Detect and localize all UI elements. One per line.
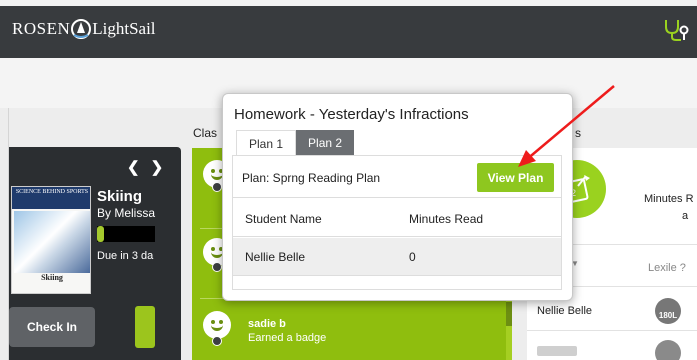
view-plan-button[interactable]: View Plan xyxy=(477,163,554,192)
table-row[interactable]: Nellie Belle 0 xyxy=(233,238,561,276)
top-strip xyxy=(0,0,697,6)
rosen-lightsail-logo-icon xyxy=(71,19,92,39)
read-button[interactable] xyxy=(135,306,155,348)
table-header-row: Student Name Minutes Read xyxy=(233,199,561,237)
goals-label: s xyxy=(575,126,581,140)
cover-series-label: SCIENCE BEHIND SPORTS xyxy=(12,187,90,209)
check-in-button[interactable]: Check In xyxy=(9,307,95,347)
goals-student-name[interactable]: Nellie Belle xyxy=(537,305,592,317)
reading-progress-fill xyxy=(97,226,104,242)
due-date: Due in 3 da xyxy=(97,250,154,262)
activity-dot xyxy=(212,182,222,192)
student-name-cell: Nellie Belle xyxy=(245,250,306,264)
activity-scroll-thumb[interactable] xyxy=(506,302,512,326)
smiley-mouth xyxy=(211,325,223,331)
chevron-right-icon[interactable]: ❯ xyxy=(151,159,175,176)
activity-dot xyxy=(212,336,222,346)
activity-student-name[interactable]: sadie b xyxy=(248,318,286,330)
modal-title: Homework - Yesterday's Infractions xyxy=(234,106,469,123)
goals-minutes-label: Minutes R xyxy=(644,193,694,205)
chevron-left-icon[interactable]: ❮ xyxy=(127,159,151,176)
plan-panel: Plan: Sprng Reading Plan View Plan Stude… xyxy=(232,155,562,290)
tab-plan-1[interactable]: Plan 1 xyxy=(236,130,297,156)
plan-row: Plan: Sprng Reading Plan View Plan xyxy=(233,156,561,198)
column-header-minutes-read: Minutes Read xyxy=(409,212,484,226)
column-header-student-name: Student Name xyxy=(245,212,322,226)
cover-image xyxy=(14,211,90,273)
reading-progress-bar xyxy=(97,226,155,242)
tab-plan-2[interactable]: Plan 2 xyxy=(296,130,355,156)
smiley-icon xyxy=(203,311,231,339)
homework-modal: Homework - Yesterday's Infractions Plan … xyxy=(222,93,573,301)
activity-event: Earned a badge xyxy=(248,332,327,344)
app-logo[interactable]: ROSEN LightSail xyxy=(12,14,156,44)
minutes-read-cell: 0 xyxy=(409,250,416,264)
lexile-column-header[interactable]: Lexile ? xyxy=(648,262,686,274)
plan-name: Plan: Sprng Reading Plan xyxy=(242,171,381,185)
class-activity-label: Clas xyxy=(193,126,218,140)
book-carousel-arrows[interactable]: ❮❯ xyxy=(127,158,174,176)
goals-separator xyxy=(527,330,697,331)
logo-word-lightsail: LightSail xyxy=(92,19,156,38)
goals-student-name-cut xyxy=(537,346,577,356)
plan-tabs: Plan 1 Plan 2 xyxy=(236,130,355,156)
logo-word-rosen: ROSEN xyxy=(12,19,71,38)
book-author: By Melissa xyxy=(97,206,156,220)
book-title[interactable]: Skiing xyxy=(97,188,142,205)
activity-dot xyxy=(212,262,222,272)
lexile-badge-icon: 180L xyxy=(655,298,681,324)
goals-minutes-label-cont: a xyxy=(682,210,689,222)
cover-title: Skiing xyxy=(41,273,63,282)
stethoscope-icon[interactable] xyxy=(663,18,691,42)
lexile-badge-icon xyxy=(655,340,681,360)
book-cover[interactable]: SCIENCE BEHIND SPORTS Skiing xyxy=(11,186,91,294)
